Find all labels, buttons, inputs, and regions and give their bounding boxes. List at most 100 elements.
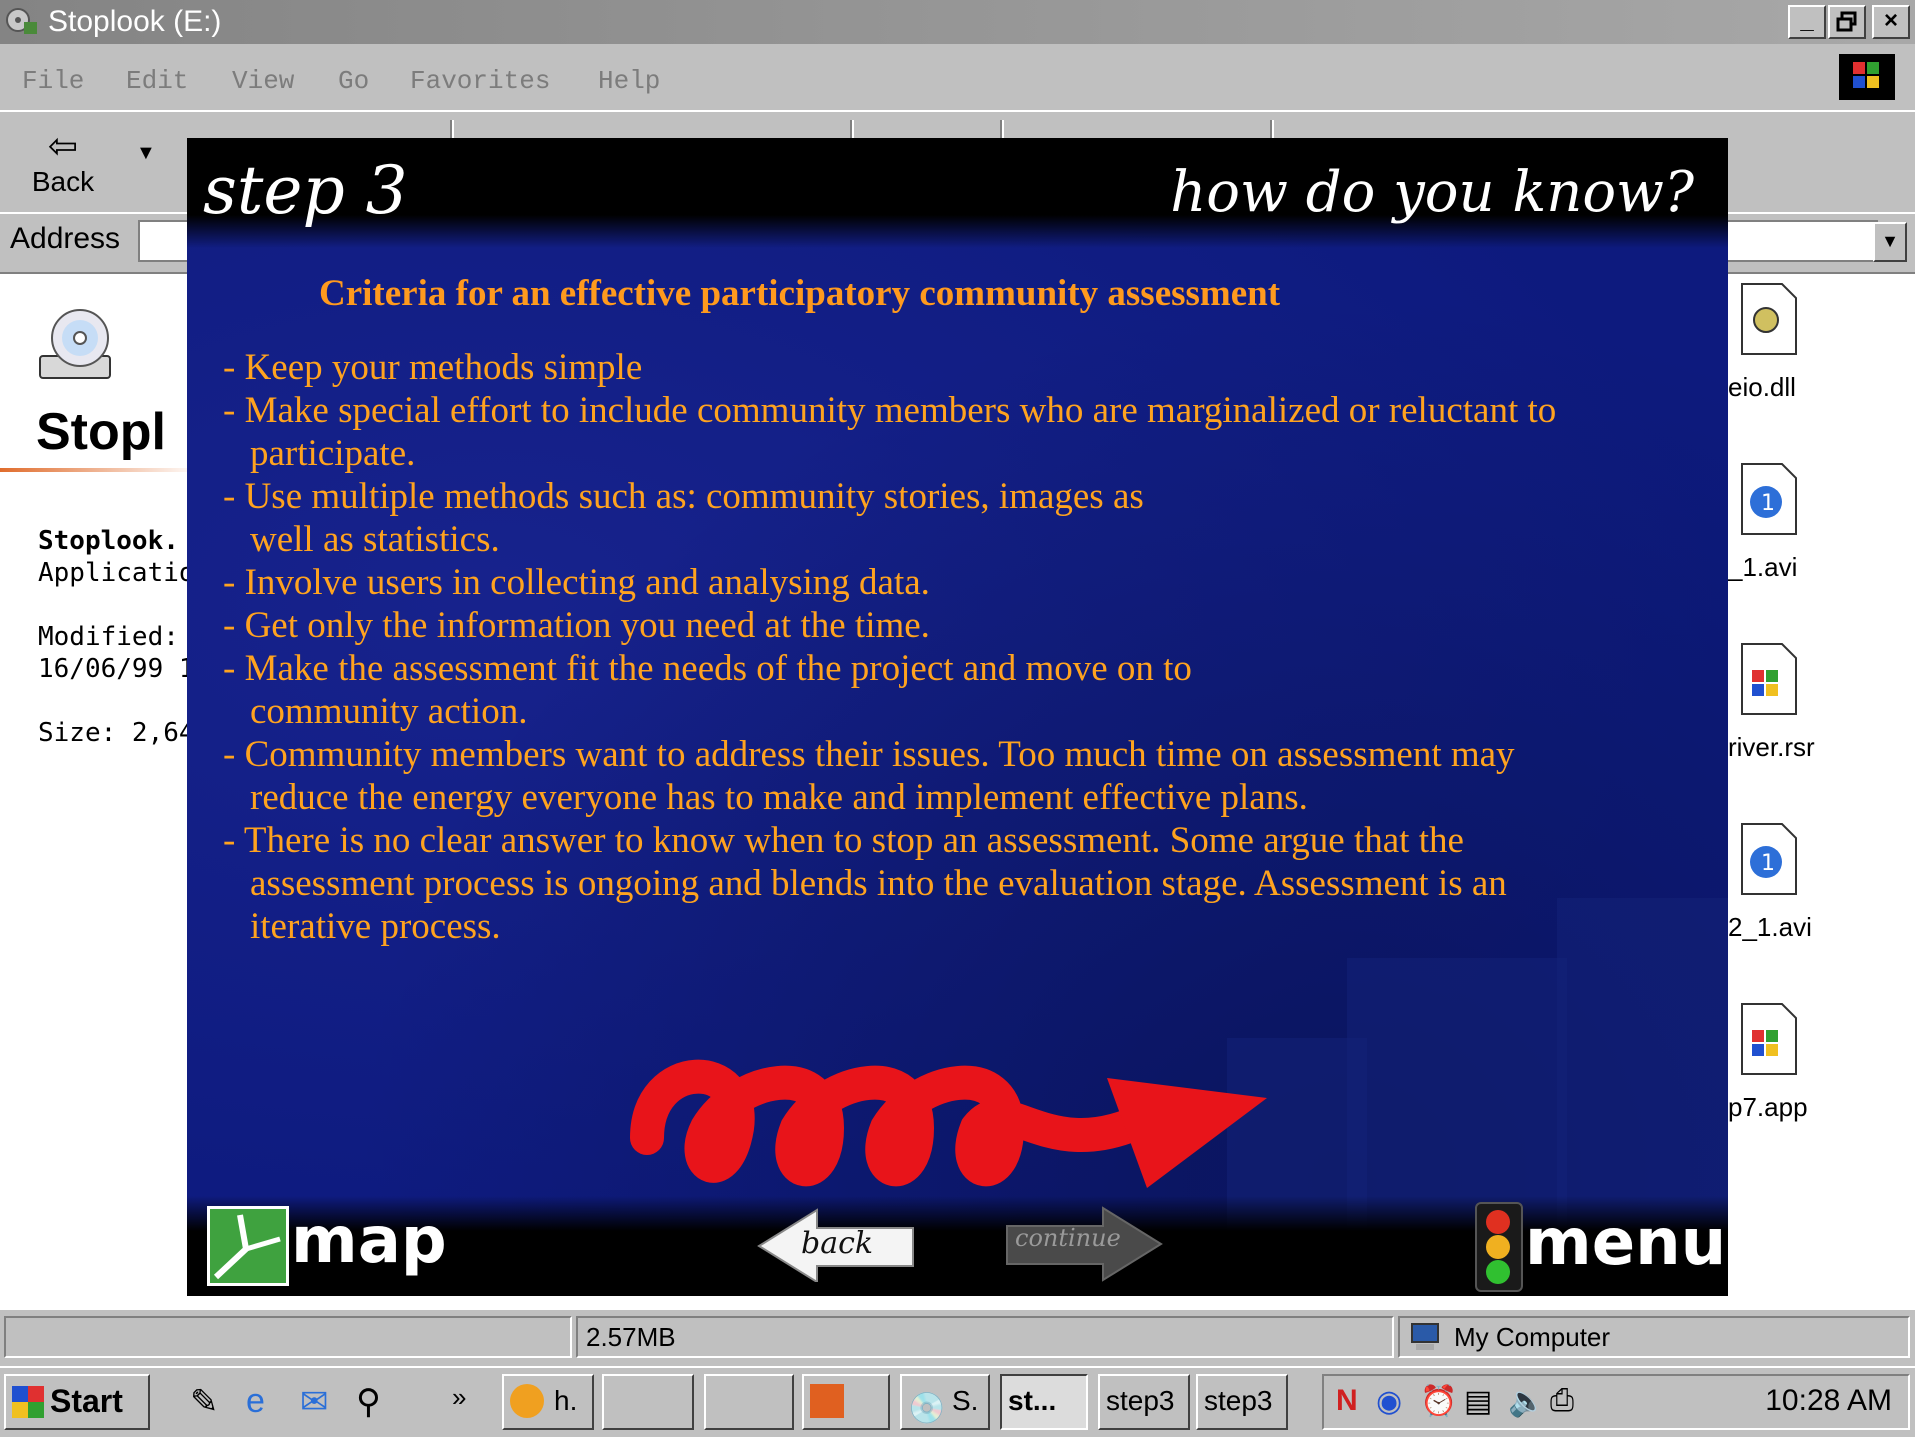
menu-favorites[interactable]: Favorites (410, 66, 550, 96)
criteria-item: Use multiple methods such as: community … (223, 475, 1160, 561)
map-label: map (291, 1204, 447, 1278)
criteria-item: There is no clear answer to know when to… (223, 819, 1590, 948)
menu-edit[interactable]: Edit (126, 66, 188, 96)
address-dropdown-icon[interactable]: ▼ (1873, 222, 1907, 262)
criteria-item: Make the assessment fit the needs of the… (223, 647, 1350, 733)
task-button[interactable]: h. (502, 1374, 594, 1430)
outlook-icon[interactable]: ✉ (300, 1382, 329, 1422)
svg-text:1: 1 (1761, 851, 1775, 876)
file-list: eio.dll 1 _1.avi river.rsr 1 2_1.avi p7.… (1728, 274, 1915, 1310)
scheduler-icon[interactable]: ⏰ (1420, 1384, 1457, 1419)
file-name: river.rsr (1728, 732, 1815, 762)
panel-divider (0, 468, 200, 472)
stoplook-app-icon (6, 8, 37, 34)
start-button[interactable]: Start (4, 1374, 150, 1430)
status-left (4, 1316, 572, 1358)
task-button[interactable] (802, 1374, 890, 1430)
restore-button[interactable] (1828, 5, 1866, 39)
back-dropdown-icon[interactable]: ▼ (136, 142, 156, 165)
norton-icon[interactable]: N (1336, 1384, 1358, 1418)
criteria-heading: Criteria for an effective participatory … (319, 273, 1281, 314)
back-nav-button[interactable]: back (757, 1208, 915, 1284)
back-nav-label: back (801, 1226, 874, 1261)
task-button[interactable] (602, 1374, 694, 1430)
cd-drive-icon (39, 309, 111, 379)
map-button[interactable]: map (201, 1200, 447, 1290)
network-icon[interactable]: ◉ (1376, 1384, 1402, 1419)
ie-icon[interactable]: e (246, 1382, 265, 1421)
back-label: Back (31, 166, 95, 197)
map-icon (207, 1206, 289, 1286)
window-titlebar: Stoplook (E:) _ × (0, 0, 1915, 44)
task-label: S. (952, 1385, 979, 1416)
menu-help[interactable]: Help (598, 66, 660, 96)
status-zone-label: My Computer (1454, 1322, 1611, 1352)
minimize-button[interactable]: _ (1788, 5, 1826, 39)
restore-icon (1836, 11, 1857, 32)
close-button[interactable]: × (1872, 5, 1910, 39)
volume-icon[interactable]: 🔈 (1508, 1384, 1545, 1419)
system-tray: N ◉ ⏰ ▤ 🔈 ⎙ 10:28 AM (1322, 1374, 1910, 1430)
task-button[interactable] (704, 1374, 794, 1430)
continue-nav-label: continue (1015, 1224, 1121, 1252)
menu-button[interactable]: menu (1469, 1196, 1726, 1292)
modified-label: Modified: (38, 622, 179, 652)
stoplook-app-window: step 3 how do you know? Criteria for an … (187, 138, 1728, 1296)
display-icon[interactable]: ▤ (1464, 1384, 1492, 1419)
status-bar: 2.57MB My Computer (0, 1310, 1915, 1366)
selected-file-name: Stoplook. (38, 526, 179, 556)
task-label: h. (554, 1385, 578, 1416)
criteria-item: Keep your methods simple (223, 346, 1703, 389)
criteria-list: Keep your methods simple Make special ef… (223, 346, 1703, 948)
step-subtitle: how do you know? (1170, 160, 1694, 225)
criteria-item: Get only the information you need at the… (223, 604, 1703, 647)
desktop-icon[interactable]: ✎ (190, 1382, 219, 1422)
windows-file-icon (1741, 643, 1797, 715)
size-text: Size: 2,640 (38, 718, 211, 748)
panel-title: Stopl (36, 403, 166, 461)
taskbar: Start ✎ e ✉ ⚲ » h. 💿 S. st... step3 step… (0, 1366, 1915, 1437)
app-icon (510, 1384, 544, 1418)
file-item[interactable]: eio.dll (1728, 282, 1915, 422)
traffic-light-icon (1475, 1202, 1523, 1292)
file-name: eio.dll (1728, 372, 1796, 402)
file-item[interactable]: 1 2_1.avi (1728, 822, 1915, 962)
file-name: p7.app (1728, 1092, 1808, 1122)
task-button-active[interactable]: st... (1000, 1374, 1088, 1430)
step-title: step 3 (203, 152, 408, 229)
clock: 10:28 AM (1765, 1384, 1892, 1417)
powerpoint-icon (810, 1384, 844, 1418)
windows-flag-icon (12, 1386, 44, 1418)
windows-file-icon (1741, 1003, 1797, 1075)
status-zone: My Computer (1398, 1316, 1910, 1358)
task-button[interactable]: step3 (1196, 1374, 1288, 1430)
selected-file-type: Application (38, 558, 211, 588)
file-item[interactable]: 1 _1.avi (1728, 462, 1915, 602)
file-item[interactable]: p7.app (1728, 1002, 1915, 1142)
my-computer-icon (1411, 1323, 1439, 1350)
back-button[interactable]: ⇦ Back (18, 126, 108, 206)
criteria-item: Community members want to address their … (223, 733, 1540, 819)
window-title: Stoplook (E:) (48, 5, 222, 38)
status-size: 2.57MB (576, 1316, 1394, 1358)
menu-label: menu (1525, 1206, 1727, 1280)
gear-file-icon (1741, 283, 1797, 355)
menu-view[interactable]: View (232, 66, 294, 96)
task-button[interactable]: 💿 S. (900, 1374, 990, 1430)
modified-value: 16/06/99 1 (38, 654, 195, 684)
file-item[interactable]: river.rsr (1728, 642, 1915, 782)
address-label: Address (10, 222, 121, 255)
cd-drive-icon: 💿 (908, 1392, 946, 1425)
continue-nav-button[interactable]: continue (1005, 1206, 1163, 1282)
file-name: 2_1.avi (1728, 912, 1812, 942)
menu-file[interactable]: File (22, 66, 84, 96)
criteria-item: Involve users in collecting and analysin… (223, 561, 1703, 604)
file-name: _1.avi (1728, 552, 1798, 582)
windows-throbber-icon (1839, 54, 1895, 100)
quicklaunch-more[interactable]: » (452, 1382, 466, 1413)
find-icon[interactable]: ⚲ (356, 1382, 381, 1422)
menu-go[interactable]: Go (338, 66, 369, 96)
printer-icon[interactable]: ⎙ (1550, 1384, 1574, 1418)
media-file-icon: 1 (1741, 823, 1797, 895)
task-button[interactable]: step3 (1098, 1374, 1190, 1430)
